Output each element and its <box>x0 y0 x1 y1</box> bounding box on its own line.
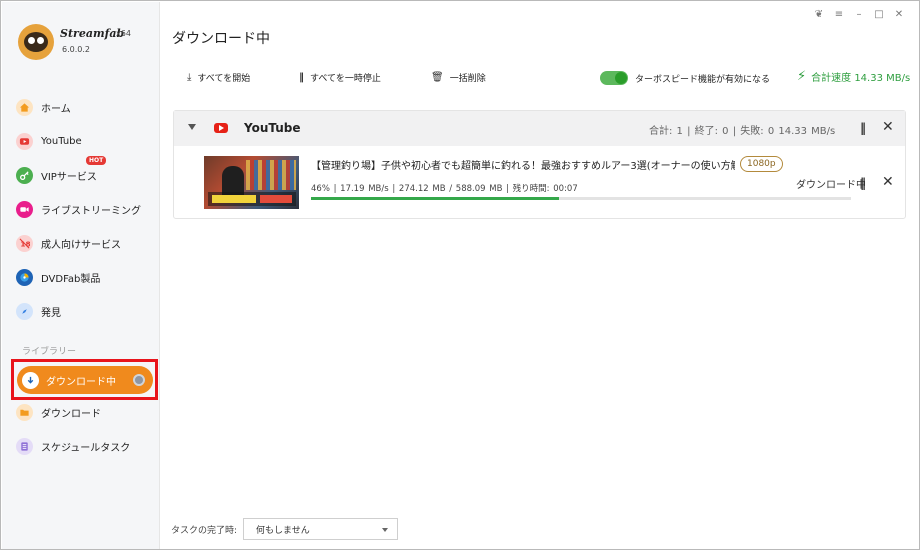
download-group: YouTube 合計: 1 | 終了: 0 | 失敗: 0 14.33 MB/s… <box>173 110 906 219</box>
download-icon: ⤓ <box>187 72 192 83</box>
progress-indicator-icon <box>133 374 145 386</box>
sidebar-item-label: VIPサービス <box>41 171 97 183</box>
sidebar-item-label: YouTube <box>41 135 82 147</box>
schedule-list-icon <box>16 437 33 455</box>
group-close-button[interactable]: ✕ <box>882 119 894 135</box>
start-all-label: すべてを開始 <box>197 74 251 84</box>
completion-select[interactable]: 何もしません <box>243 518 398 540</box>
progress-bar <box>311 197 851 200</box>
sidebar-item-vip[interactable]: VIPサービス HOT <box>16 156 154 188</box>
pause-icon: ‖ <box>299 72 304 83</box>
adult-restricted-icon: 18 <box>16 234 33 252</box>
pause-all-label: すべてを一時停止 <box>310 74 381 84</box>
page-title: ダウンロード中 <box>172 31 270 47</box>
folder-icon <box>16 403 33 421</box>
key-icon <box>16 166 33 184</box>
progress-fill <box>311 197 560 200</box>
turbo-toggle[interactable] <box>600 71 628 85</box>
minimize-icon[interactable]: – <box>853 9 865 20</box>
compass-icon <box>16 302 33 320</box>
sloth-logo-icon <box>18 24 54 60</box>
quality-badge: 1080p <box>740 156 783 172</box>
app-logo: Streamfab x64 6.0.0.2 <box>18 22 158 62</box>
collapse-caret-icon[interactable] <box>188 124 196 130</box>
group-title: YouTube <box>244 121 301 135</box>
start-all-button[interactable]: ⤓ すべてを開始 <box>187 71 250 84</box>
brand-name: Streamfab <box>60 27 125 40</box>
maximize-icon[interactable]: □ <box>873 9 885 20</box>
sidebar-item-discover[interactable]: 発見 <box>16 298 154 324</box>
item-progress-info: 46% | 17.19 MB/s | 274.12 MB / 588.09 MB… <box>311 184 578 194</box>
item-pause-button[interactable]: ‖ <box>860 176 866 190</box>
skin-icon[interactable]: ❦ <box>813 9 825 20</box>
sidebar: Streamfab x64 6.0.0.2 ホーム YouTube VIPサービ… <box>2 2 160 549</box>
lightning-icon: ⚡︎ <box>797 69 807 84</box>
pause-all-button[interactable]: ‖ すべてを一時停止 <box>299 71 381 84</box>
delete-all-label: 一括削除 <box>449 74 486 84</box>
sidebar-item-downloading[interactable]: ダウンロード中 <box>17 366 153 394</box>
hot-badge: HOT <box>86 156 107 165</box>
sidebar-item-label: スケジュールタスク <box>41 442 131 454</box>
group-header: YouTube 合計: 1 | 終了: 0 | 失敗: 0 14.33 MB/s… <box>174 111 905 146</box>
group-stats: 合計: 1 | 終了: 0 | 失敗: 0 14.33 MB/s <box>649 126 836 137</box>
dvdfab-icon <box>16 268 33 286</box>
youtube-icon <box>16 132 33 150</box>
sidebar-item-label: ライブストリーミング <box>41 205 141 217</box>
sidebar-item-adult[interactable]: 18 成人向けサービス <box>16 230 154 256</box>
sidebar-item-youtube[interactable]: YouTube <box>16 128 154 154</box>
library-section-label: ライブラリー <box>22 347 77 357</box>
sidebar-item-downloaded[interactable]: ダウンロード <box>16 399 154 425</box>
sidebar-item-label: ダウンロード <box>41 408 101 420</box>
sidebar-item-label: ホーム <box>41 103 71 115</box>
window-controls: ❦ ≡ – □ ✕ <box>813 9 905 20</box>
item-status: ダウンロード中 <box>796 180 866 191</box>
highlight-box: ダウンロード中 <box>11 359 158 400</box>
live-camera-icon <box>16 200 33 218</box>
chevron-down-icon <box>382 528 388 532</box>
close-icon[interactable]: ✕ <box>893 9 905 20</box>
item-close-button[interactable]: ✕ <box>882 174 894 190</box>
app-version: 6.0.0.2 <box>62 45 90 54</box>
video-thumbnail <box>204 156 299 209</box>
menu-icon[interactable]: ≡ <box>833 9 845 20</box>
home-icon <box>16 98 33 116</box>
sidebar-item-dvdfab[interactable]: DVDFab製品 <box>16 264 154 290</box>
app-window: Streamfab x64 6.0.0.2 ホーム YouTube VIPサービ… <box>0 0 920 550</box>
youtube-icon <box>214 123 228 133</box>
sidebar-item-home[interactable]: ホーム <box>16 94 154 120</box>
total-speed: ⚡︎ 合計速度 14.33 MB/s <box>797 69 910 84</box>
completion-value: 何もしません <box>256 526 310 536</box>
total-speed-label: 合計速度 14.33 MB/s <box>811 73 911 84</box>
sidebar-item-live-streaming[interactable]: ライブストリーミング <box>16 196 154 222</box>
sidebar-item-label: DVDFab製品 <box>41 273 101 285</box>
sidebar-item-label: 発見 <box>41 307 61 319</box>
item-title: 【管理釣り場】子供や初心者でも超簡単に釣れる！最強おすすめルアー3選(オーナーの… <box>311 161 735 172</box>
group-pause-button[interactable]: ‖ <box>860 121 866 135</box>
sidebar-item-schedule[interactable]: スケジュールタスク <box>16 433 154 459</box>
delete-all-button[interactable]: 🗑︎ 一括削除 <box>431 71 486 84</box>
completion-label: タスクの完了時: <box>171 526 238 536</box>
download-arrow-icon <box>22 371 39 389</box>
turbo-label: ターボスピード機能が有効になる <box>635 75 771 85</box>
sidebar-item-label: 成人向けサービス <box>41 239 121 251</box>
trash-icon: 🗑︎ <box>431 72 444 83</box>
brand-arch: x64 <box>116 29 131 38</box>
sidebar-item-label: ダウンロード中 <box>46 376 116 388</box>
